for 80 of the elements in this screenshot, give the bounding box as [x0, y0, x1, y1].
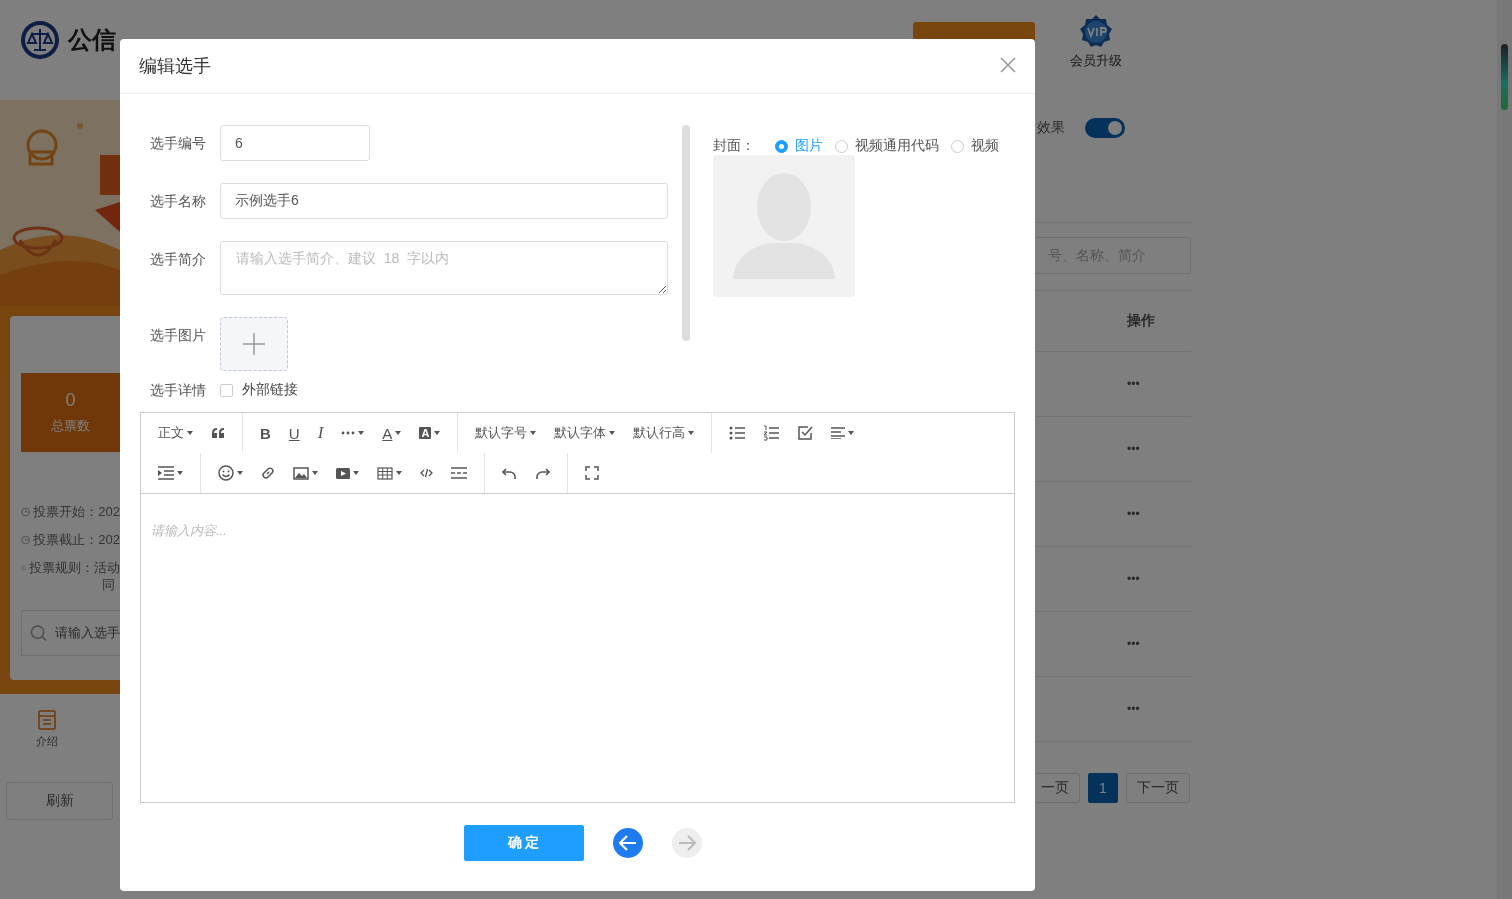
field-label: 选手名称: [150, 192, 207, 211]
dropdown-button[interactable]: 默认行高: [624, 417, 704, 449]
stat-value: 0: [65, 390, 76, 411]
vip-badge-icon[interactable]: [1078, 14, 1114, 50]
info-text: 同: [101, 576, 116, 594]
field-label: 选手简介: [150, 250, 207, 269]
editor-content-field[interactable]: 请输入内容...: [141, 494, 1014, 802]
field-label: 选手图片: [150, 326, 207, 345]
radio-option[interactable]: 视频: [951, 137, 999, 155]
code-icon: [420, 468, 433, 478]
more-actions-button[interactable]: •••: [1127, 442, 1140, 456]
page-button[interactable]: 1: [1088, 773, 1118, 803]
radio-option[interactable]: 图片: [775, 137, 823, 155]
radio-option[interactable]: 视频通用代码: [835, 137, 939, 155]
intro-tab[interactable]: 介绍: [36, 709, 58, 749]
italic-button[interactable]: I: [308, 417, 333, 449]
quote-icon: [211, 427, 225, 439]
logo-icon: [20, 20, 60, 60]
undo-icon: [502, 466, 517, 480]
field-label: 选手详情: [150, 381, 207, 400]
right-arrow-icon: [677, 835, 696, 851]
underline-button[interactable]: U: [279, 417, 309, 449]
textarea-field[interactable]: 请输入选手简介、建议 18 字以内: [220, 241, 668, 295]
avatar-placeholder-icon: [713, 155, 855, 297]
more-actions-button[interactable]: •••: [1127, 702, 1140, 716]
clock-icon: [21, 506, 31, 518]
more-icon: [341, 431, 356, 435]
close-icon: [1000, 57, 1016, 73]
dropdown-button[interactable]: 正文: [149, 417, 202, 449]
font-color-button[interactable]: A: [373, 417, 411, 449]
confirm-button[interactable]: 确 定: [463, 825, 584, 861]
info-text: 投票截止：202: [33, 531, 120, 549]
info-text: 投票规则：活动: [29, 559, 120, 577]
column-header: 操作: [1127, 312, 1155, 330]
toggle-label: 效果: [1037, 119, 1065, 137]
upload-button[interactable]: [220, 317, 288, 371]
bold-button[interactable]: B: [251, 417, 280, 449]
field-label: 封面：: [713, 137, 755, 155]
info-icon: [21, 562, 26, 574]
plus-icon: [242, 332, 266, 356]
video-icon: [336, 467, 350, 479]
toggle-switch[interactable]: [1085, 118, 1125, 138]
search-icon: [30, 624, 47, 642]
highlight-color-button[interactable]: A: [410, 417, 450, 449]
redo-icon: [535, 466, 550, 480]
left-arrow-icon: [618, 835, 637, 851]
back-button[interactable]: [612, 828, 643, 858]
checkbox[interactable]: 外部链接: [220, 381, 298, 399]
document-icon: [38, 709, 56, 730]
image-icon: [293, 466, 309, 480]
input-field[interactable]: 6: [220, 125, 370, 161]
scrollbar[interactable]: [1497, 0, 1512, 899]
link-icon: [261, 466, 275, 480]
logo-text: 公信: [68, 25, 116, 55]
refresh-button[interactable]: 刷新: [6, 782, 113, 820]
more-actions-button[interactable]: •••: [1127, 572, 1140, 586]
emoji-icon: [218, 465, 234, 481]
info-text: 投票开始：202: [33, 503, 120, 521]
bulleted-list-icon: [729, 426, 746, 440]
horizontal-rule-icon: [451, 467, 467, 479]
stat-label: 总票数: [51, 417, 90, 435]
dropdown-button[interactable]: 默认字号: [466, 417, 546, 449]
field-label: 选手编号: [150, 134, 207, 153]
input-field[interactable]: 示例选手6: [220, 183, 668, 219]
align-left-icon: [831, 427, 846, 439]
more-actions-button[interactable]: •••: [1127, 637, 1140, 651]
close-button[interactable]: [999, 57, 1017, 75]
indent-icon: [158, 466, 174, 480]
dialog-title: 编辑选手: [139, 55, 211, 78]
clock-icon: [21, 534, 31, 546]
page-button[interactable]: 下一页: [1125, 773, 1190, 803]
fullscreen-icon: [585, 466, 599, 480]
table-icon: [377, 466, 393, 480]
scrollbar[interactable]: [682, 125, 690, 341]
more-actions-button[interactable]: •••: [1127, 377, 1140, 391]
dropdown-button[interactable]: 默认字体: [545, 417, 625, 449]
more-actions-button[interactable]: •••: [1127, 507, 1140, 521]
numbered-list-icon: [763, 425, 780, 441]
member-upgrade-link[interactable]: 会员升级: [1070, 52, 1122, 70]
checkbox-list-icon: [797, 425, 814, 441]
